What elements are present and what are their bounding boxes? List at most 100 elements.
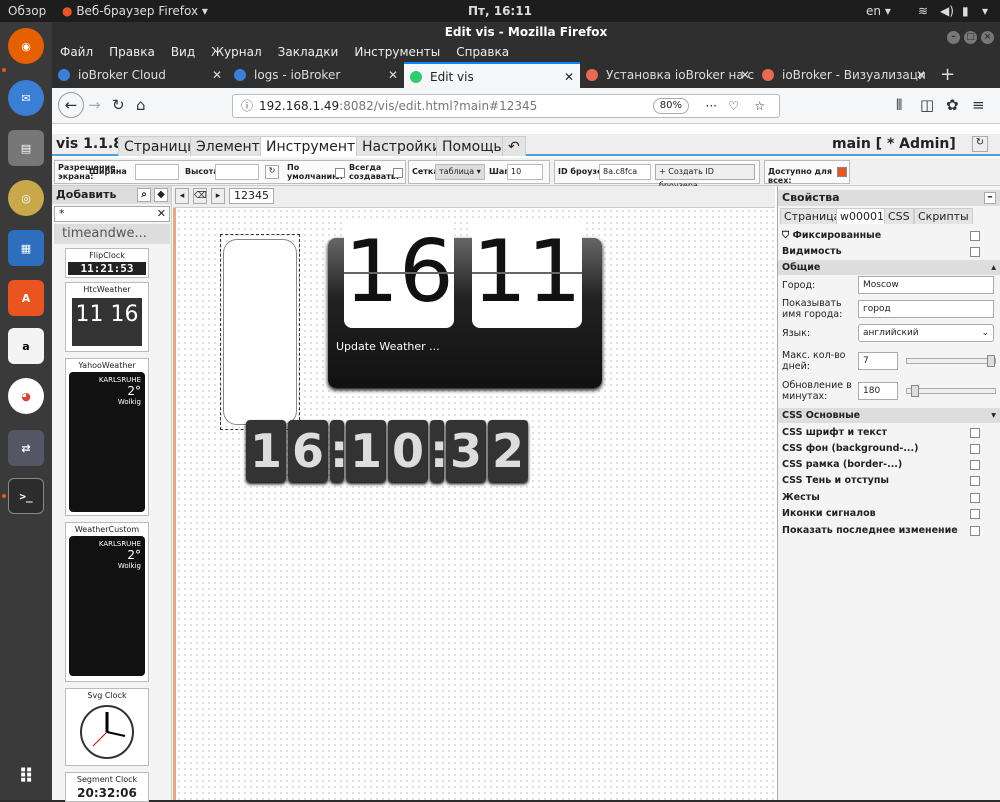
forward-icon[interactable]: → xyxy=(88,96,101,114)
bookmark-star-icon[interactable]: ☆ xyxy=(754,95,765,117)
prev-icon[interactable]: ◂ xyxy=(175,188,189,204)
delete-icon[interactable]: ⌫ xyxy=(193,188,207,204)
section-checkbox[interactable] xyxy=(970,509,980,519)
section-checkbox[interactable] xyxy=(970,493,980,503)
pocket-icon[interactable]: ♡ xyxy=(728,95,739,117)
section-checkbox[interactable] xyxy=(970,460,980,470)
hamburger-menu-icon[interactable]: ≡ xyxy=(972,96,985,114)
flip-weather-widget[interactable]: 16 11 Update Weather ... xyxy=(328,218,602,388)
menu-history[interactable]: Журнал xyxy=(203,42,270,59)
tab-install-iobroker[interactable]: Установка ioBroker на с ✕ xyxy=(580,62,756,88)
sidebar-icon[interactable]: ◫ xyxy=(920,96,934,114)
zoom-indicator[interactable]: 80% xyxy=(652,98,689,114)
props-tab-widget[interactable]: w00001 xyxy=(836,208,888,224)
widget-card-segmentclock[interactable]: Segment Clock 20:32:06 xyxy=(65,772,149,802)
section-checkbox[interactable] xyxy=(970,526,980,536)
browser-id-input[interactable]: 8a.c8fca xyxy=(599,164,651,180)
menu-help[interactable]: Справка xyxy=(448,42,517,59)
height-input[interactable] xyxy=(215,164,259,180)
refresh-resolution-icon[interactable]: ↻ xyxy=(265,165,279,179)
wifi-icon[interactable]: ≋ xyxy=(918,4,928,18)
update-minutes-input[interactable]: 180 xyxy=(858,382,898,400)
max-days-input[interactable]: 7 xyxy=(858,352,898,370)
activities-button[interactable]: Обзор xyxy=(8,4,46,18)
chrome-dock-icon[interactable]: ◕ xyxy=(8,378,44,414)
grid-select[interactable]: таблица ▾ xyxy=(435,164,485,180)
props-tab-css[interactable]: CSS xyxy=(884,208,914,224)
expand-section-icon[interactable]: ▾ xyxy=(991,408,996,423)
props-tab-scripts[interactable]: Скрипты xyxy=(914,208,973,224)
common-section[interactable]: Общие ▴ xyxy=(778,260,1000,275)
power-menu-icon[interactable]: ▾ xyxy=(982,4,988,18)
show-apps-icon[interactable]: ⠿ xyxy=(8,758,44,794)
menu-tools[interactable]: Инструменты xyxy=(346,42,448,59)
view-settings-icon[interactable]: ↻ xyxy=(972,136,988,152)
volume-icon[interactable]: ◀) xyxy=(940,4,954,18)
create-browser-id-button[interactable]: + Создать ID броузера xyxy=(655,164,755,190)
widget-card-htcweather[interactable]: HtcWeather 11 16 xyxy=(65,282,149,352)
extension-paw-icon[interactable]: ✿ xyxy=(946,96,959,114)
tab-edit-vis[interactable]: Edit vis ✕ xyxy=(404,62,580,88)
fixed-section[interactable]: ⛉ Фиксированные xyxy=(778,228,1000,243)
os-clock[interactable]: Пт, 16:11 xyxy=(468,4,532,18)
widget-card-svgclock[interactable]: Svg Clock xyxy=(65,688,149,766)
css-main-section[interactable]: CSS Основные ▾ xyxy=(778,408,1000,423)
firefox-dock-icon[interactable]: ◉ xyxy=(8,28,44,64)
visibility-section[interactable]: Видимость xyxy=(778,244,1000,259)
next-icon[interactable]: ▸ xyxy=(211,188,225,204)
language-select[interactable]: английский ⌄ xyxy=(858,324,994,342)
last-change-section[interactable]: Показать последнее изменение xyxy=(778,523,1000,538)
url-bar[interactable]: ⓘ 192.168.1.49:8082/vis/edit.html?main#1… xyxy=(232,94,780,118)
amazon-dock-icon[interactable]: a xyxy=(8,328,44,364)
close-tab-icon[interactable]: ✕ xyxy=(916,62,926,88)
gestures-section[interactable]: Жесты xyxy=(778,490,1000,505)
selected-widget-outline[interactable] xyxy=(220,234,300,430)
info-icon[interactable]: ⓘ xyxy=(241,95,253,117)
available-all-checkbox[interactable] xyxy=(837,167,847,177)
slider-handle[interactable] xyxy=(987,355,995,367)
step-input[interactable]: 10 xyxy=(507,164,543,180)
widget-card-flipclock[interactable]: FlipClock 11:21:53 xyxy=(65,248,149,278)
menu-file[interactable]: Файл xyxy=(52,42,101,59)
battery-icon[interactable]: ▮ xyxy=(962,4,969,18)
terminal-dock-icon[interactable]: >_ xyxy=(8,478,44,514)
language-indicator[interactable]: en ▾ xyxy=(866,4,891,18)
files-dock-icon[interactable]: ▤ xyxy=(8,130,44,166)
tab-logs[interactable]: logs - ioBroker ✕ xyxy=(228,62,404,88)
max-days-slider[interactable] xyxy=(906,355,996,367)
visibility-checkbox[interactable] xyxy=(970,247,980,257)
collapse-icon[interactable]: – xyxy=(984,191,996,204)
editor-canvas[interactable]: 16 11 Update Weather ... 1 6 : 1 0 : 3 2 xyxy=(173,208,775,800)
view-tab-12345[interactable]: 12345 xyxy=(229,188,274,204)
fixed-checkbox[interactable] xyxy=(970,231,980,241)
close-tab-icon[interactable]: ✕ xyxy=(212,62,222,88)
software-dock-icon[interactable]: A xyxy=(8,280,44,316)
undo-icon[interactable]: ↶ xyxy=(502,136,526,156)
css-border-section[interactable]: CSS рамка (border-...) xyxy=(778,457,1000,472)
css-font-section[interactable]: CSS шрифт и текст xyxy=(778,425,1000,440)
rhythmbox-dock-icon[interactable]: ◎ xyxy=(8,180,44,216)
always-create-checkbox[interactable] xyxy=(393,168,403,178)
close-window-icon[interactable]: × xyxy=(981,31,994,44)
tab-iobroker-vis[interactable]: ioBroker - Визуализаци ✕ xyxy=(756,62,932,88)
widget-card-weathercustom[interactable]: WeatherCustom KARLSRUHE 2° Wolkig xyxy=(65,522,149,682)
home-icon[interactable]: ⌂ xyxy=(136,96,146,114)
show-city-input[interactable]: город xyxy=(858,300,994,318)
tag-icon[interactable]: ◆ xyxy=(154,188,168,202)
widget-filter-input[interactable]: * ✕ xyxy=(54,206,170,222)
signal-icons-section[interactable]: Иконки сигналов xyxy=(778,506,1000,521)
css-background-section[interactable]: CSS фон (background-...) xyxy=(778,441,1000,456)
page-actions-icon[interactable]: ··· xyxy=(706,95,717,117)
widget-set-select[interactable]: timeandwe... xyxy=(54,224,170,244)
css-shadow-section[interactable]: CSS Тень и отступы xyxy=(778,473,1000,488)
section-checkbox[interactable] xyxy=(970,428,980,438)
clear-filter-icon[interactable]: ✕ xyxy=(157,207,166,221)
slider-handle[interactable] xyxy=(911,385,919,397)
menu-bookmarks[interactable]: Закладки xyxy=(270,42,347,59)
close-tab-icon[interactable]: ✕ xyxy=(388,62,398,88)
collapse-section-icon[interactable]: ▴ xyxy=(991,260,996,275)
new-tab-button[interactable]: + xyxy=(932,62,962,88)
library-icon[interactable]: ⫴ xyxy=(896,96,902,114)
writer-dock-icon[interactable]: ▦ xyxy=(8,230,44,266)
widget-card-yahooweather[interactable]: YahooWeather KARLSRUHE 2° Wolkig xyxy=(65,358,149,516)
